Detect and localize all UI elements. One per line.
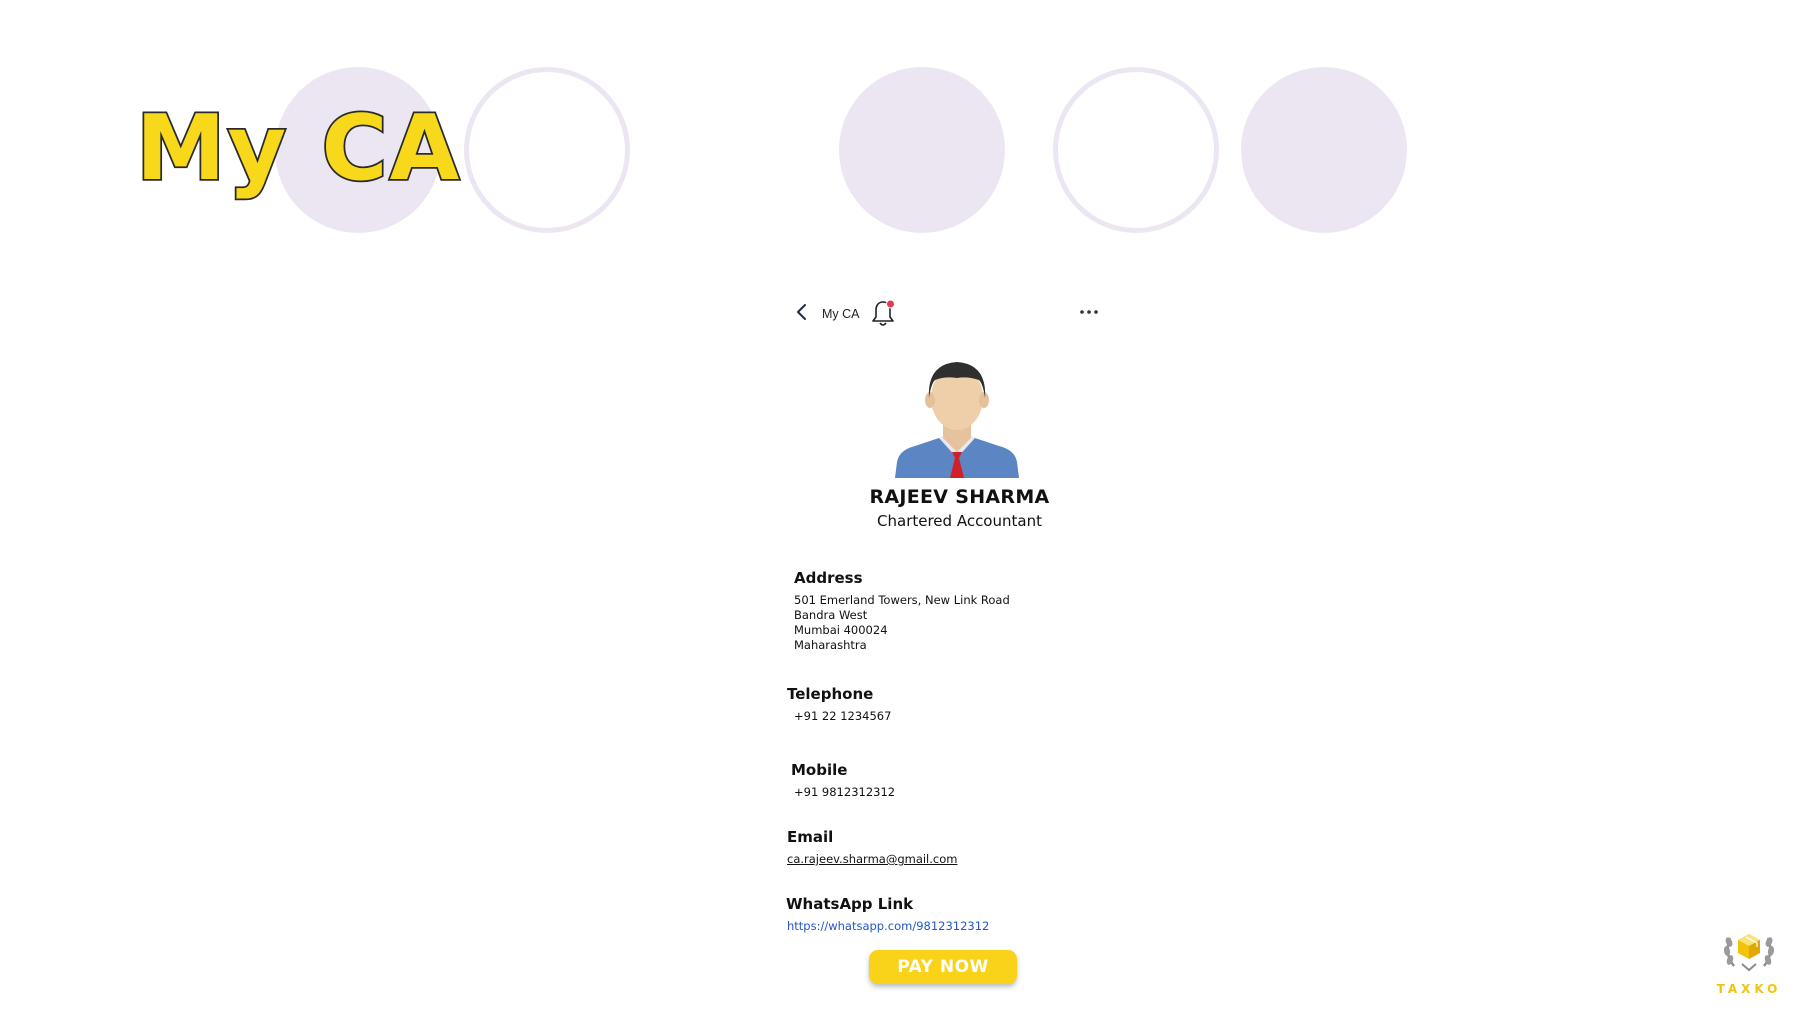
email-label: Email bbox=[787, 828, 834, 846]
bell-icon[interactable] bbox=[870, 298, 896, 328]
decor-circle-3 bbox=[839, 67, 1005, 233]
address-line-1: 501 Emerland Towers, New Link Road bbox=[794, 593, 1010, 607]
address-line-4: Maharashtra bbox=[794, 638, 867, 652]
top-bar: My CA bbox=[790, 298, 1100, 328]
telephone-label: Telephone bbox=[787, 685, 874, 703]
address-line-3: Mumbai 400024 bbox=[794, 623, 888, 637]
ca-name: RAJEEV SHARMA bbox=[869, 486, 1050, 508]
phone-screen: My CA RAJEEV SHARMA Chartered Accountant… bbox=[780, 290, 1100, 1010]
notification-dot-icon bbox=[886, 299, 895, 309]
decor-circle-5 bbox=[1241, 67, 1407, 233]
laurel-box-logo bbox=[1723, 934, 1775, 972]
address-line-2: Bandra West bbox=[794, 608, 868, 622]
mobile-value[interactable]: +91 9812312312 bbox=[794, 785, 895, 801]
telephone-value[interactable]: +91 22 1234567 bbox=[794, 709, 891, 725]
decor-circle-2 bbox=[464, 67, 630, 233]
brand-name: TAXKO bbox=[1716, 982, 1782, 996]
chevron-left-icon[interactable] bbox=[794, 303, 810, 321]
email-link[interactable]: ca.rajeev.sharma@gmail.com bbox=[787, 852, 957, 868]
whatsapp-label: WhatsApp Link bbox=[786, 895, 914, 913]
whatsapp-link[interactable]: https://whatsapp.com/9812312312 bbox=[787, 919, 989, 935]
slide-title: My CA bbox=[134, 96, 462, 201]
pay-now-button[interactable]: PAY NOW bbox=[869, 950, 1017, 984]
mobile-label: Mobile bbox=[791, 761, 848, 779]
avatar bbox=[895, 362, 1019, 478]
address-label: Address bbox=[794, 569, 863, 587]
decor-circle-4 bbox=[1053, 67, 1219, 233]
brand-logo: TAXKO bbox=[1712, 920, 1786, 1000]
topbar-title: My CA bbox=[822, 307, 860, 321]
more-horizontal-icon[interactable] bbox=[1078, 306, 1100, 318]
ca-role: Chartered Accountant bbox=[877, 512, 1042, 530]
